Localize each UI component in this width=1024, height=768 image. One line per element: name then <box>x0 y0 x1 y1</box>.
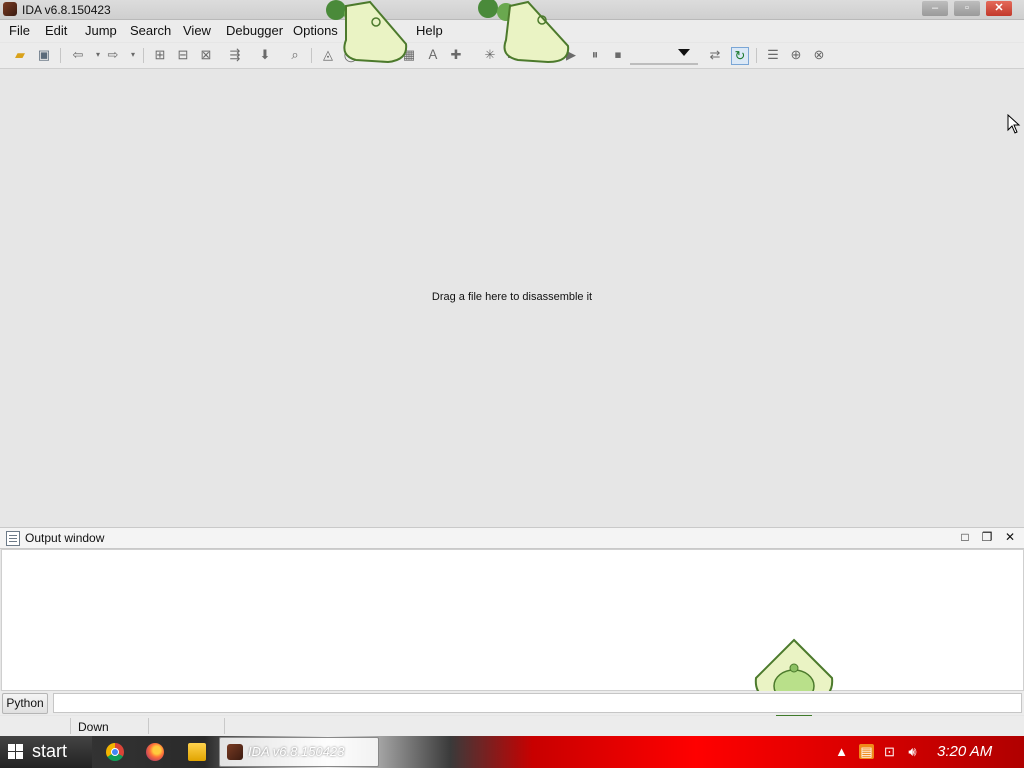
disassembly-area[interactable]: Drag a file here to disassemble it <box>0 69 1024 526</box>
network-icon[interactable]: ⊡ <box>882 744 897 759</box>
toolbar-separator <box>311 48 312 63</box>
remove-breakpoint-icon[interactable]: ⊗ <box>811 47 827 63</box>
toolbar-separator <box>60 48 61 63</box>
save-icon[interactable]: ▣ <box>36 47 52 63</box>
mouse-cursor-icon <box>1007 114 1021 134</box>
taskbar-item-label: IDA v6.8.150423 <box>248 744 345 759</box>
add-node-icon[interactable]: ✚ <box>448 47 464 63</box>
menu-search[interactable]: Search <box>126 22 175 40</box>
output-window-header: Output window □ ❐ ✕ <box>0 527 1024 549</box>
menu-file[interactable]: File <box>5 22 34 40</box>
search-icon[interactable]: ⌕ <box>287 47 303 63</box>
output-window-icon <box>6 531 20 546</box>
status-bar: Down <box>0 716 1024 736</box>
open-folder-icon[interactable]: ▰ <box>12 47 28 63</box>
menu-help[interactable]: Help <box>412 22 447 40</box>
toolbar-separator <box>143 48 144 63</box>
drop-hint: Drag a file here to disassemble it <box>431 291 593 303</box>
status-divider <box>70 718 71 734</box>
taskbar: start IDA v6.8.150423 ▲ ▤ ⊡ 🔊︎ 3:20 AM <box>0 736 1024 768</box>
text-view-icon[interactable]: ⊟ <box>175 47 191 63</box>
minimize-button[interactable]: – <box>922 1 948 16</box>
command-input[interactable] <box>53 693 1022 713</box>
hex-view-icon[interactable]: ⊞ <box>152 47 168 63</box>
desktop-pet-image <box>478 0 570 64</box>
output-maximize-button[interactable]: □ <box>958 530 972 544</box>
forward-dropdown-icon[interactable]: ▾ <box>125 47 141 63</box>
command-bar: Python <box>0 691 1024 715</box>
python-language-button[interactable]: Python <box>2 693 48 714</box>
forward-arrow-icon[interactable]: ⇨ <box>105 47 121 63</box>
clock[interactable]: 3:20 AM <box>937 743 992 760</box>
ida-app-icon <box>227 744 243 760</box>
output-close-button[interactable]: ✕ <box>1003 530 1017 544</box>
taskbar-item-ida[interactable]: IDA v6.8.150423 <box>219 737 379 767</box>
desktop-pet-image <box>326 0 408 64</box>
down-arrow-icon[interactable]: ⬇ <box>257 47 273 63</box>
add-text-icon[interactable]: Ａ <box>425 47 441 63</box>
output-window-body[interactable] <box>1 549 1024 691</box>
output-window-title: Output window <box>25 531 105 545</box>
tray-expand-icon[interactable]: ▲ <box>834 744 849 759</box>
number-view-icon[interactable]: ⊠ <box>198 47 214 63</box>
file-explorer-icon[interactable] <box>188 743 206 761</box>
menu-edit[interactable]: Edit <box>41 22 71 40</box>
chrome-icon[interactable] <box>106 743 124 761</box>
back-arrow-icon[interactable]: ⇦ <box>70 47 86 63</box>
start-label: start <box>32 741 68 761</box>
add-breakpoint-icon[interactable]: ⊕ <box>788 47 804 63</box>
status-divider <box>148 718 149 734</box>
toolbar-separator <box>756 48 757 63</box>
status-direction: Down <box>78 720 109 734</box>
windows-logo-icon <box>8 744 24 760</box>
window-title: IDA v6.8.150423 <box>22 3 111 17</box>
firefox-icon[interactable] <box>146 743 164 761</box>
menu-debugger[interactable]: Debugger <box>222 22 287 40</box>
chevron-down-icon <box>678 49 690 56</box>
list-icon[interactable]: ☰ <box>765 47 781 63</box>
pause-icon[interactable]: ⏸ <box>587 47 603 63</box>
status-divider <box>224 718 225 734</box>
volume-icon[interactable]: 🔊︎ <box>905 744 920 759</box>
start-button[interactable]: start <box>0 736 92 768</box>
back-dropdown-icon[interactable]: ▾ <box>90 47 106 63</box>
tray-app-icon[interactable]: ▤ <box>859 744 874 759</box>
menu-jump[interactable]: Jump <box>81 22 121 40</box>
maximize-button[interactable]: ▫ <box>954 1 980 16</box>
output-restore-button[interactable]: ❐ <box>980 530 994 544</box>
ida-app-icon <box>3 2 17 16</box>
refresh-icon[interactable]: ↻ <box>731 47 749 65</box>
debugger-select[interactable] <box>630 47 698 65</box>
close-button[interactable]: ✕ <box>986 1 1012 16</box>
navigate-icon[interactable]: ⇶ <box>227 47 243 63</box>
source-icon[interactable]: ⇄ <box>707 47 723 63</box>
menu-view[interactable]: View <box>179 22 215 40</box>
stop-icon[interactable]: ⏹ <box>610 47 626 63</box>
